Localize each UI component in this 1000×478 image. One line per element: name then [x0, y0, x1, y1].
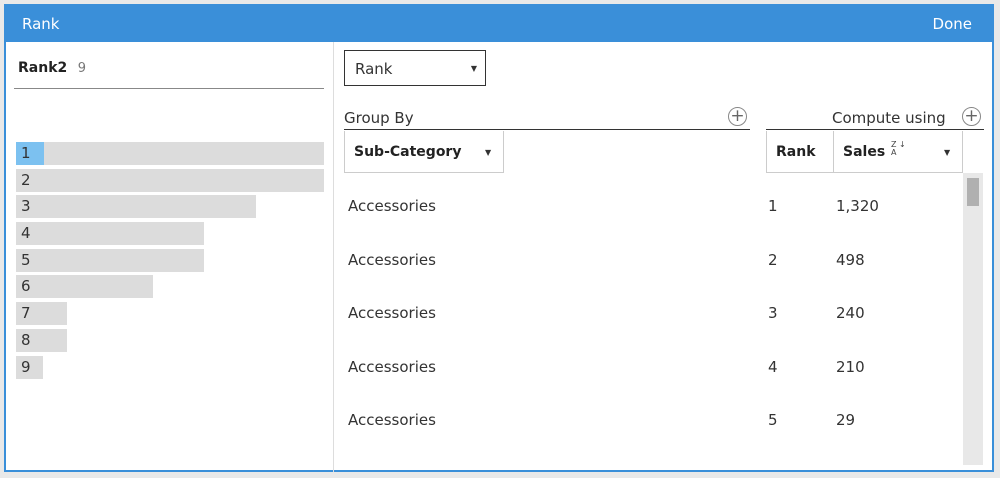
distribution-bar-row[interactable]: 6 [16, 275, 326, 302]
scrollbar-thumb[interactable] [967, 178, 979, 206]
sub-category-cell: Accessories [348, 357, 436, 376]
distribution-bar-row[interactable]: 4 [16, 222, 326, 249]
distribution-bar-label: 9 [21, 357, 31, 376]
distribution-bar-row[interactable]: 2 [16, 168, 326, 196]
title-bar: Rank Done [6, 6, 992, 42]
distribution-bar-label: 2 [21, 170, 31, 189]
sales-cell: 210 [836, 357, 865, 376]
field-header: Rank2 9 [18, 60, 86, 76]
sub-category-column-header[interactable]: Sub-Category ▼ [344, 131, 504, 173]
rank-cell: 4 [768, 357, 778, 376]
sort-za-icon[interactable]: Z ↓ A [891, 141, 906, 157]
dialog-title: Rank [22, 15, 60, 33]
distribution-bar-label: 6 [21, 277, 31, 296]
distribution-bar-label: 8 [21, 330, 31, 349]
rank-dialog: Rank Done Rank2 9 123456789 Rank ▼ Group… [4, 4, 994, 472]
sales-cell: 498 [836, 250, 865, 269]
distribution-bar[interactable] [16, 168, 324, 192]
distribution-bar[interactable] [16, 275, 153, 299]
distribution-bar[interactable] [16, 195, 256, 219]
group-by-label: Group By [344, 109, 414, 127]
divider [14, 88, 324, 89]
distribution-bar[interactable] [16, 222, 205, 246]
caret-down-icon[interactable]: ▼ [485, 148, 491, 157]
distribution-bar-label: 7 [21, 304, 31, 323]
group-by-divider [344, 129, 750, 130]
done-button[interactable]: Done [933, 15, 972, 33]
sales-cell: 240 [836, 304, 865, 322]
rank-cell: 1 [768, 197, 778, 215]
distribution-bar[interactable] [16, 248, 205, 272]
caret-down-icon[interactable]: ▼ [944, 148, 950, 157]
distribution-bar-row[interactable]: 7 [16, 302, 326, 329]
distribution-bar-row[interactable]: 3 [16, 195, 326, 222]
value-distribution: 1 2 3 4 5 6 7 8 9 [16, 142, 326, 382]
field-count: 9 [77, 61, 86, 76]
sales-cell: 29 [836, 411, 856, 429]
sales-header-label: Sales [843, 144, 886, 160]
distribution-bar[interactable] [16, 142, 324, 165]
calc-type-select[interactable]: Rank ▼ [344, 50, 486, 86]
distribution-bar-row[interactable]: 5 [16, 248, 326, 276]
sub-category-cell: Accessories [348, 411, 436, 429]
field-profile-pane: Rank2 9 1 2 3 4 5 6 7 8 9 [6, 42, 334, 472]
sales-column-header[interactable]: Sales Z ↓ A ▼ [833, 131, 963, 173]
rank-column-header: Rank [766, 131, 834, 173]
sub-category-cell: Accessories [348, 250, 436, 269]
caret-down-icon: ▼ [470, 64, 477, 73]
rank-cell: 5 [768, 411, 778, 429]
compute-using-label: Compute using [832, 109, 946, 127]
config-pane: Rank ▼ Group By + Compute using + Sub-Ca… [334, 42, 994, 472]
rank-cell: 2 [768, 250, 778, 269]
rank-header-label: Rank [776, 144, 816, 160]
compute-using-divider [766, 129, 984, 130]
distribution-bar-label: 5 [21, 250, 31, 269]
rank-cell: 3 [768, 304, 778, 322]
add-compute-using-icon[interactable]: + [962, 107, 981, 126]
sales-cell: 1,320 [836, 197, 879, 215]
sub-category-cell: Accessories [348, 197, 436, 215]
distribution-bar-label: 1 [21, 144, 31, 162]
distribution-bar-label: 4 [21, 224, 31, 243]
distribution-bar-row[interactable]: 8 [16, 328, 326, 356]
add-group-by-icon[interactable]: + [728, 107, 747, 126]
scrollbar[interactable] [963, 173, 983, 465]
distribution-bar-label: 3 [21, 197, 31, 216]
calc-type-value: Rank [355, 60, 393, 78]
distribution-bar-row[interactable]: 1 [16, 142, 326, 169]
distribution-bar-row[interactable]: 9 [16, 355, 326, 383]
sub-category-header-label: Sub-Category [354, 144, 462, 160]
sub-category-cell: Accessories [348, 304, 436, 322]
field-name: Rank2 [18, 60, 68, 76]
